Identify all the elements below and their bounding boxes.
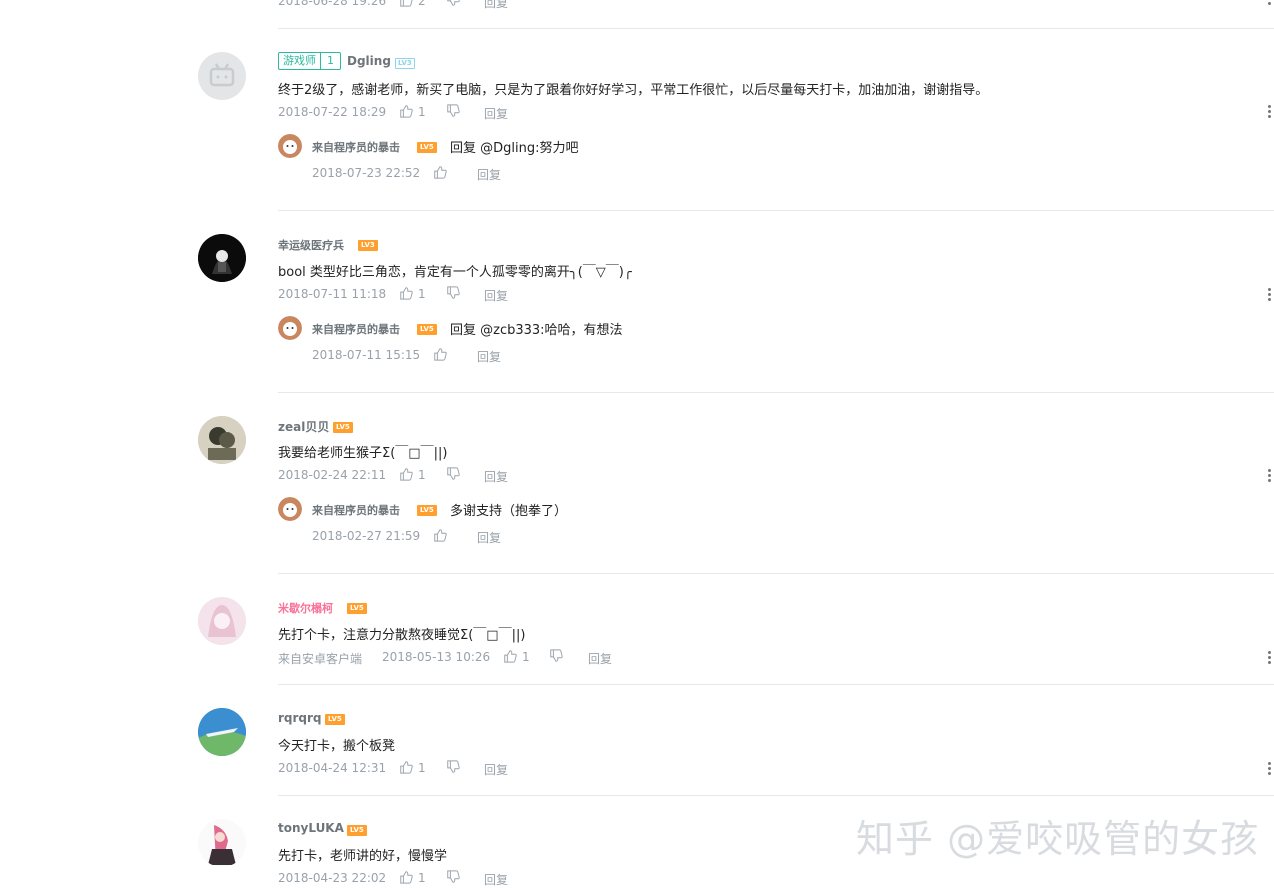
thumb-up-icon[interactable] xyxy=(433,347,447,361)
level-badge: LV5 xyxy=(417,324,437,335)
level-badge: LV5 xyxy=(325,714,345,725)
reply-time: 2018-07-11 15:15 xyxy=(312,348,421,362)
fan-badge-number: 1 xyxy=(327,54,334,67)
username[interactable]: 米歇尔榻柯 xyxy=(278,600,333,616)
like-count: 1 xyxy=(418,761,426,775)
comment-divider xyxy=(278,573,1274,574)
level-badge: LV5 xyxy=(333,422,353,433)
more-options-icon[interactable] xyxy=(1268,105,1272,119)
reply-button[interactable]: 回复 xyxy=(477,166,501,183)
username[interactable]: rqrqrq xyxy=(278,711,322,725)
thumb-up-icon[interactable] xyxy=(433,528,447,542)
reply-button[interactable]: 回复 xyxy=(484,871,508,888)
thumb-down-icon[interactable] xyxy=(446,870,460,884)
comment-divider xyxy=(278,28,1274,29)
reply-username[interactable]: 来自程序员的暴击 xyxy=(312,139,400,155)
level-badge: LV5 xyxy=(347,603,367,614)
reply-button[interactable]: 回复 xyxy=(477,348,501,365)
username[interactable]: 幸运级医疗兵 xyxy=(278,237,344,253)
like-count: 2 xyxy=(418,0,426,8)
thumb-up-icon[interactable] xyxy=(503,649,517,663)
username[interactable]: tonyLUKA xyxy=(278,821,344,835)
comment-text: 先打卡，老师讲的好，慢慢学 xyxy=(278,849,448,864)
reply-avatar[interactable] xyxy=(278,316,302,340)
reply-button[interactable]: 回复 xyxy=(484,105,508,122)
thumb-up-icon[interactable] xyxy=(399,467,413,481)
comment-text: bool 类型好比三角恋，肯定有一个人孤零零的离开╮(￣▽￣)╭ xyxy=(278,265,632,280)
like-count: 1 xyxy=(418,287,426,301)
comment-text: 今天打卡，搬个板凳 xyxy=(278,739,396,754)
comment-divider xyxy=(278,210,1274,211)
comment-text: 先打个卡，注意力分散熬夜睡觉Σ(￣□￣||) xyxy=(278,628,526,643)
thumb-up-icon[interactable] xyxy=(399,286,413,300)
comment-time: 2018-07-22 18:29 xyxy=(278,105,387,119)
thumb-up-icon[interactable] xyxy=(399,760,413,774)
more-options-icon[interactable] xyxy=(1268,651,1272,665)
reply-text: 回复 @zcb333:哈哈，有想法 xyxy=(450,323,623,338)
comment-text: 我要给老师生猴子Σ(￣□￣||) xyxy=(278,446,448,461)
comment-divider xyxy=(278,392,1274,393)
avatar[interactable] xyxy=(198,416,246,464)
client-source: 来自安卓客户端 xyxy=(278,652,363,666)
more-options-icon[interactable] xyxy=(1268,288,1272,302)
comment-time: 2018-02-24 22:11 xyxy=(278,468,387,482)
reply-button[interactable]: 回复 xyxy=(477,529,501,546)
more-options-icon[interactable] xyxy=(1268,469,1272,483)
like-count: 1 xyxy=(418,105,426,119)
thumb-down-icon[interactable] xyxy=(446,104,460,118)
comment-time: 2018-05-13 10:26 xyxy=(382,650,491,664)
thumb-up-icon[interactable] xyxy=(433,165,447,179)
username[interactable]: Dgling xyxy=(347,54,391,68)
comment-text: 终于2级了，感谢老师，新买了电脑，只是为了跟着你好好学习，平常工作很忙，以后尽量… xyxy=(278,83,989,98)
reply-button[interactable]: 回复 xyxy=(588,650,612,667)
reply-avatar[interactable] xyxy=(278,497,302,521)
watermark: 知乎 @爱咬吸管的女孩 xyxy=(856,817,1260,861)
comment-divider xyxy=(278,684,1274,685)
fan-badge-label: 游戏师 xyxy=(279,53,321,69)
reply-avatar[interactable] xyxy=(278,134,302,158)
more-options-icon[interactable] xyxy=(1268,762,1272,776)
reply-time: 2018-02-27 21:59 xyxy=(312,529,421,543)
level-badge: LV5 xyxy=(417,505,437,516)
like-count: 1 xyxy=(522,650,530,664)
thumb-up-icon[interactable] xyxy=(399,104,413,118)
avatar[interactable] xyxy=(198,52,246,100)
comment-time: 2018-07-11 11:18 xyxy=(278,287,387,301)
reply-username[interactable]: 来自程序员的暴击 xyxy=(312,321,400,337)
avatar[interactable] xyxy=(198,819,246,867)
thumb-up-icon[interactable] xyxy=(399,0,413,7)
level-badge: LV5 xyxy=(417,142,437,153)
thumb-up-icon[interactable] xyxy=(399,870,413,884)
comment-time: 2018-04-24 12:31 xyxy=(278,761,387,775)
reply-username[interactable]: 来自程序员的暴击 xyxy=(312,502,400,518)
thumb-down-icon[interactable] xyxy=(446,0,460,7)
fan-badge: 游戏师 1 xyxy=(278,52,341,70)
comment-time: 2018-06-28 19:26 xyxy=(278,0,387,8)
reply-button[interactable]: 回复 xyxy=(484,468,508,485)
reply-text: 回复 @Dgling:努力吧 xyxy=(450,141,579,156)
level-badge: LV3 xyxy=(358,240,378,251)
thumb-down-icon[interactable] xyxy=(446,286,460,300)
avatar[interactable] xyxy=(198,597,246,645)
comment-divider xyxy=(278,795,1274,796)
level-badge: LV5 xyxy=(347,825,367,836)
reply-button[interactable]: 回复 xyxy=(484,0,508,11)
more-options-icon[interactable] xyxy=(1268,0,1272,6)
comment-time: 2018-04-23 22:02 xyxy=(278,871,387,885)
username[interactable]: zeal贝贝 xyxy=(278,418,329,435)
like-count: 1 xyxy=(418,468,426,482)
thumb-down-icon[interactable] xyxy=(446,467,460,481)
level-badge: LV3 xyxy=(395,58,415,69)
like-count: 1 xyxy=(418,871,426,885)
reply-button[interactable]: 回复 xyxy=(484,287,508,304)
reply-text: 多谢支持（抱拳了） xyxy=(450,504,568,519)
reply-time: 2018-07-23 22:52 xyxy=(312,166,421,180)
reply-button[interactable]: 回复 xyxy=(484,761,508,778)
avatar[interactable] xyxy=(198,708,246,756)
thumb-down-icon[interactable] xyxy=(549,649,563,663)
avatar[interactable] xyxy=(198,234,246,282)
thumb-down-icon[interactable] xyxy=(446,760,460,774)
